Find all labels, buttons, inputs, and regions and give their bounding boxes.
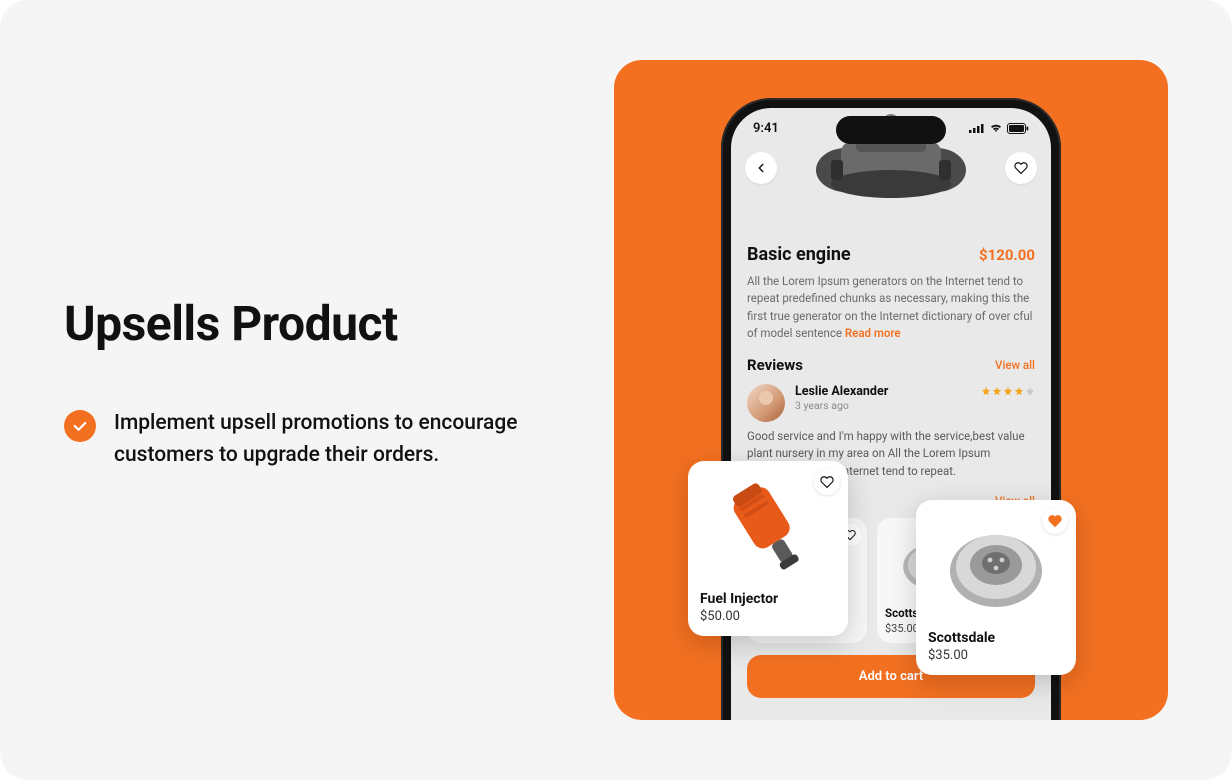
heart-icon: [1048, 514, 1062, 528]
status-time: 9:41: [753, 121, 779, 136]
star-icon: [1003, 386, 1013, 396]
product-title: Basic engine: [747, 244, 851, 265]
product-name: Fuel Injector: [700, 591, 836, 607]
read-more-link[interactable]: Read more: [845, 326, 901, 340]
notch: [836, 116, 946, 144]
star-icon: [1014, 386, 1024, 396]
review-item: Leslie Alexander 3 years ago: [747, 384, 1035, 422]
product-description: All the Lorem Ipsum generators on the In…: [747, 273, 1035, 342]
bullet-text: Implement upsell promotions to encourage…: [114, 408, 544, 471]
float-card-left[interactable]: Fuel Injector $50.00: [688, 461, 848, 636]
battery-icon: [1007, 123, 1029, 134]
check-icon: [64, 410, 96, 442]
star-rating: [981, 386, 1035, 396]
bullet-row: Implement upsell promotions to encourage…: [64, 408, 544, 471]
title-row: Basic engine $120.00: [747, 244, 1035, 265]
hero-area: [731, 148, 1051, 238]
reviews-title: Reviews: [747, 356, 803, 374]
float-card-right[interactable]: Scottsdale $35.00: [916, 500, 1076, 675]
visual-column: 9:41: [614, 60, 1168, 720]
favorite-button[interactable]: [1042, 508, 1068, 534]
heart-icon: [1014, 161, 1028, 175]
product-price: $35.00: [928, 648, 1064, 663]
product-price: $50.00: [700, 609, 836, 624]
wifi-icon: [989, 123, 1003, 133]
text-column: Upsells Product Implement upsell promoti…: [64, 295, 544, 471]
headline: Upsells Product: [64, 295, 544, 352]
favorite-button[interactable]: [814, 469, 840, 495]
avatar: [747, 384, 785, 422]
product-name: Scottsdale: [928, 630, 1064, 646]
star-icon: [992, 386, 1002, 396]
page-frame: Upsells Product Implement upsell promoti…: [0, 0, 1232, 780]
heart-icon: [820, 475, 834, 489]
star-icon: [981, 386, 991, 396]
favorite-button[interactable]: [1005, 152, 1037, 184]
review-time: 3 years ago: [795, 399, 888, 412]
star-icon: [1025, 386, 1035, 396]
reviews-header: Reviews View all: [747, 356, 1035, 374]
back-button[interactable]: [745, 152, 777, 184]
chevron-left-icon: [754, 161, 768, 175]
product-price: $120.00: [979, 246, 1035, 264]
reviewer-name: Leslie Alexander: [795, 384, 888, 399]
reviews-view-all[interactable]: View all: [995, 358, 1035, 372]
